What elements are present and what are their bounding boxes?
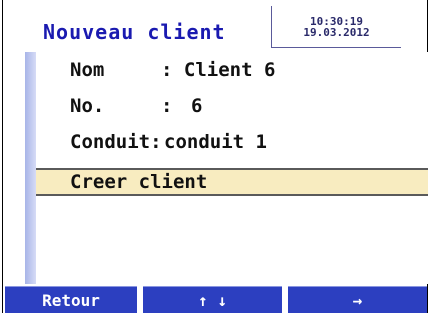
- field-nom[interactable]: Nom : Client 6: [36, 56, 428, 84]
- clock-display: 10:30:19 19.03.2012: [271, 6, 401, 48]
- nom-label: Nom: [70, 59, 105, 81]
- field-no[interactable]: No. : 6: [36, 92, 428, 120]
- no-label: No.: [70, 95, 105, 117]
- header: Nouveau client 10:30:19 19.03.2012: [3, 0, 427, 52]
- create-client-item[interactable]: Creer client: [36, 168, 428, 196]
- create-client-label: Creer client: [70, 171, 208, 193]
- page-title: Nouveau client: [43, 20, 226, 44]
- next-arrow-softkey[interactable]: →: [288, 286, 427, 313]
- no-value: 6: [191, 95, 203, 117]
- updown-softkey[interactable]: ↑ ↓: [143, 286, 282, 313]
- form-content: Nom : Client 6 No. : 6 Conduit: conduit …: [36, 52, 428, 284]
- softkey-bar: Retour ↑ ↓ →: [3, 286, 427, 313]
- back-softkey[interactable]: Retour: [5, 286, 137, 313]
- date-text: 19.03.2012: [303, 26, 370, 39]
- field-conduit[interactable]: Conduit: conduit 1: [36, 128, 428, 156]
- nom-value: : Client 6: [161, 59, 276, 81]
- conduit-value: conduit 1: [164, 131, 267, 153]
- device-screen: Nouveau client 10:30:19 19.03.2012 Nom :…: [2, 0, 428, 313]
- conduit-label: Conduit:: [70, 131, 162, 153]
- no-separator: :: [161, 95, 173, 117]
- left-accent-bar: [25, 52, 36, 284]
